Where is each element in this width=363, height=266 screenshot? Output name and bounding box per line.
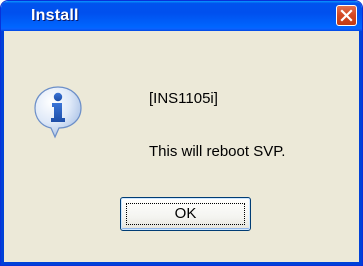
window-title: Install — [31, 7, 79, 24]
ok-button[interactable]: OK — [120, 197, 251, 231]
window-border-bottom — [1, 262, 362, 265]
install-dialog-window: Install [INS1105i] This will reboot SVP.… — [0, 0, 363, 266]
message-text: This will reboot SVP. — [149, 143, 286, 160]
message-code: [INS1105i] — [149, 90, 218, 107]
close-icon — [340, 9, 353, 22]
ok-button-label: OK — [174, 205, 197, 222]
window-border-left — [1, 31, 4, 265]
info-icon — [34, 86, 82, 139]
close-button[interactable] — [336, 5, 357, 26]
window-border-right — [359, 31, 362, 265]
title-bar[interactable]: Install — [1, 1, 362, 31]
